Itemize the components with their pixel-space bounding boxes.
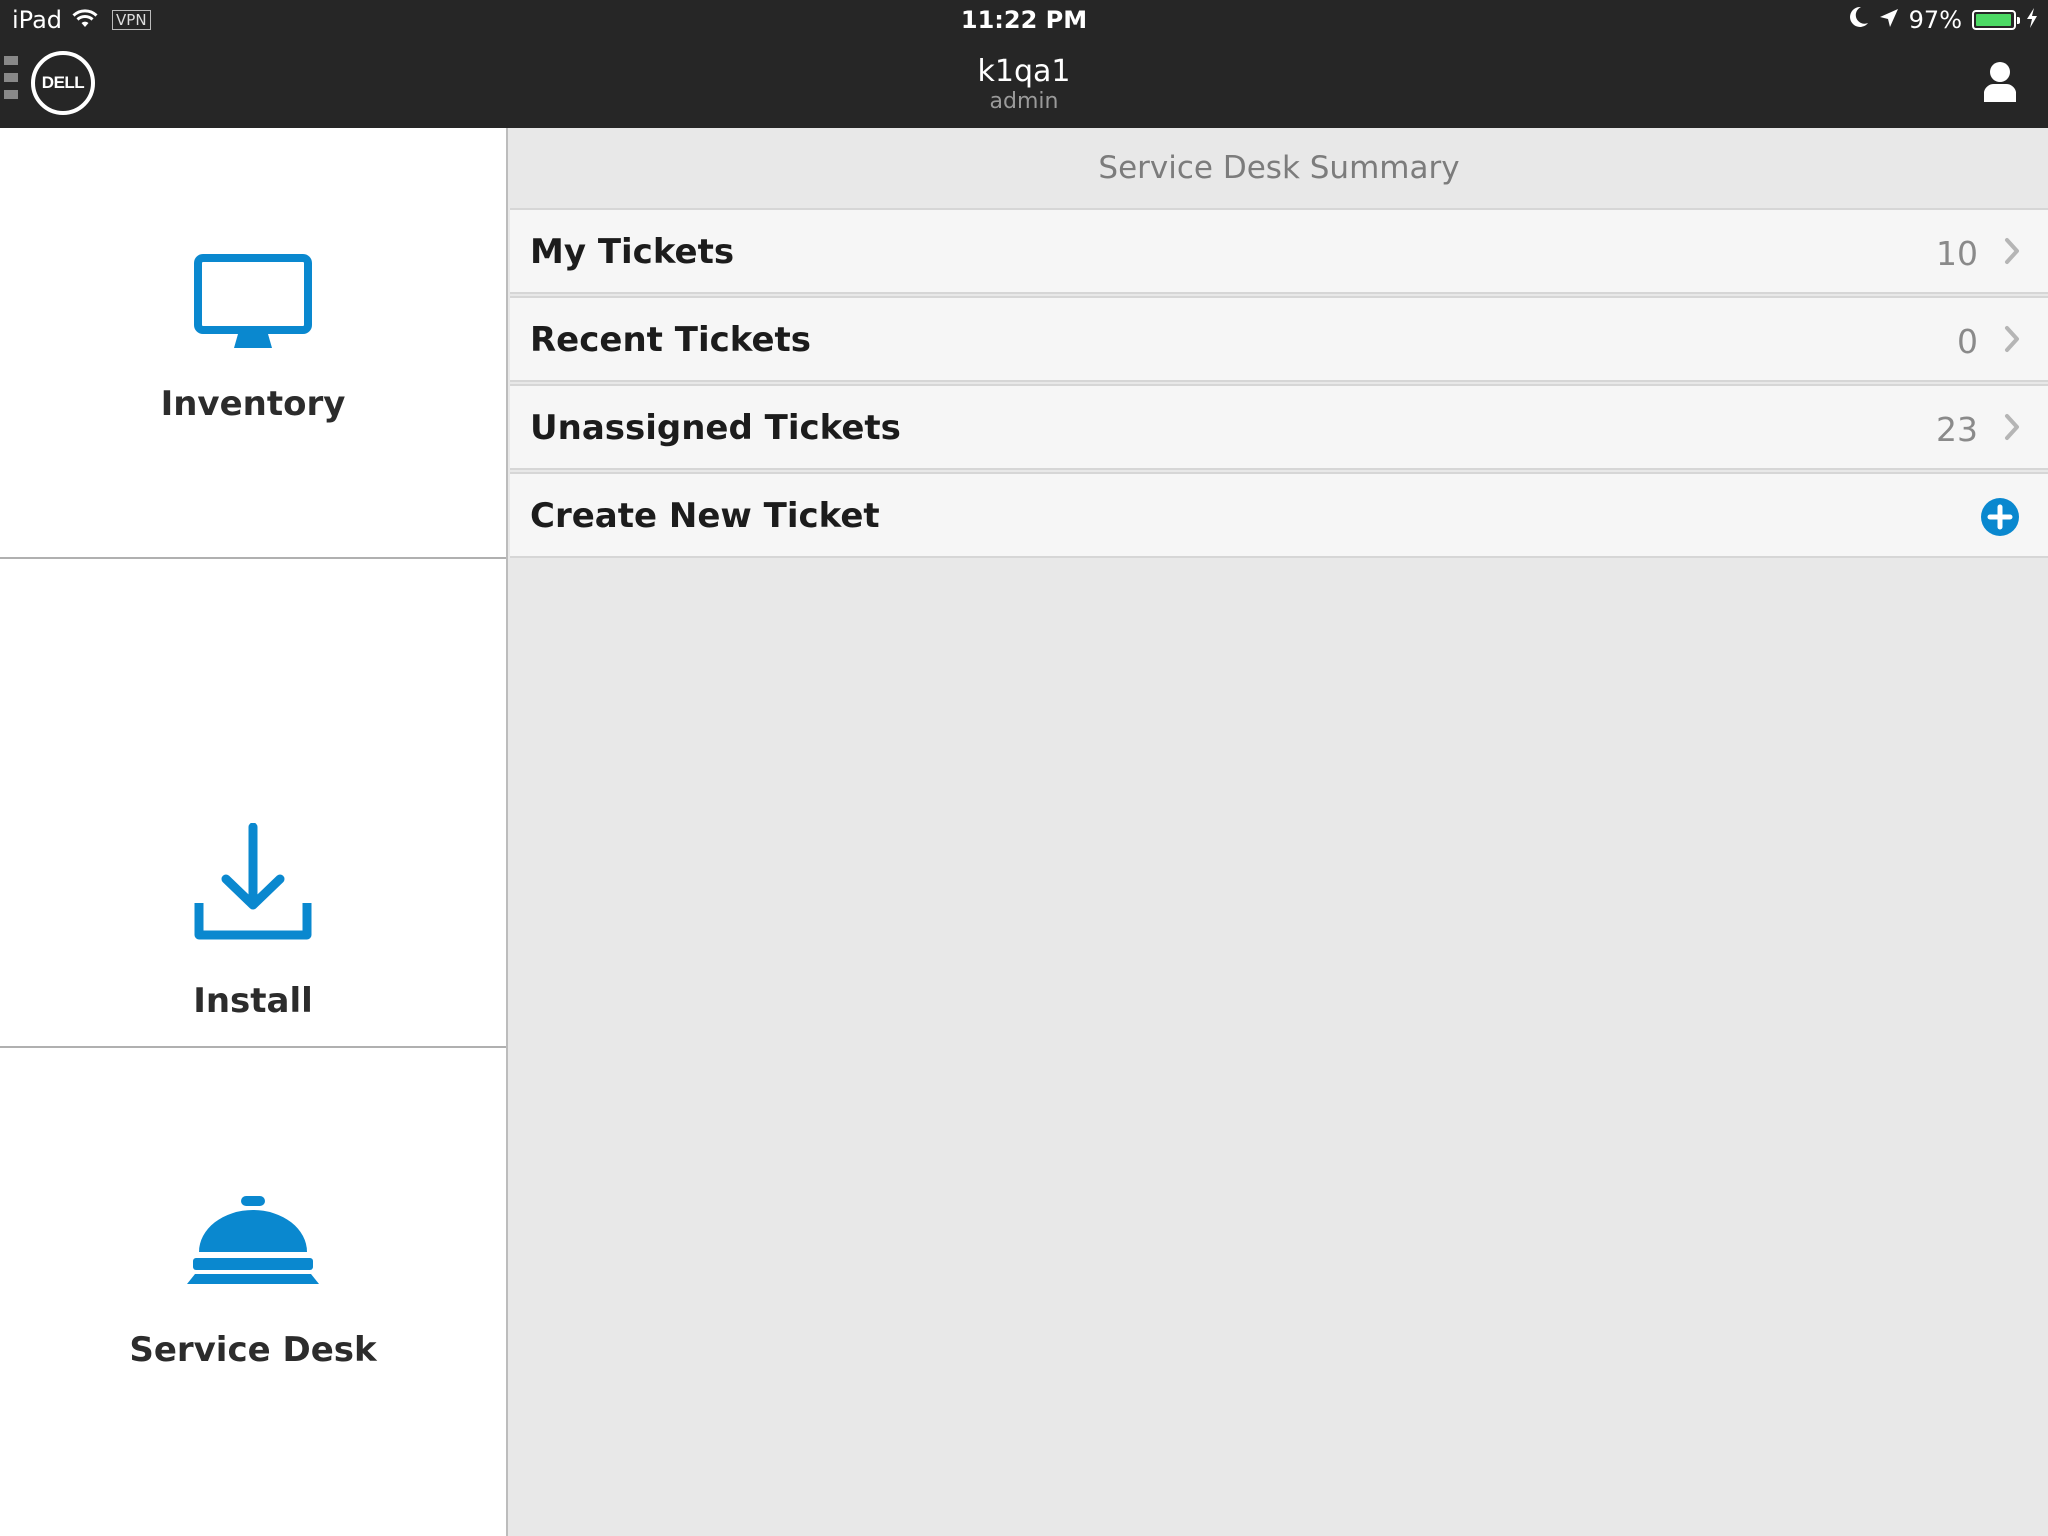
ticket-row-label: Create New Ticket bbox=[530, 496, 880, 536]
ticket-count: 23 bbox=[1936, 410, 1978, 449]
user-profile-button[interactable] bbox=[1980, 60, 2020, 104]
top-bar: iPad VPN 11:22 PM 97% DELL k1qa1 admin bbox=[0, 0, 2048, 128]
ticket-row-my-tickets[interactable]: My Tickets 10 bbox=[510, 208, 2048, 294]
ticket-row-label: Recent Tickets bbox=[530, 320, 811, 360]
module-label-inventory: Inventory bbox=[160, 384, 346, 424]
ticket-count: 0 bbox=[1957, 322, 1978, 361]
service-bell-icon bbox=[0, 1196, 506, 1284]
status-time: 11:22 PM bbox=[960, 6, 1088, 34]
moon-icon bbox=[1849, 6, 1869, 34]
module-service-desk[interactable]: Service Desk bbox=[0, 1048, 506, 1536]
app-root: iPad VPN 11:22 PM 97% DELL k1qa1 admin I… bbox=[0, 0, 2048, 1536]
service-desk-summary-panel: Service Desk Summary My Tickets 10 Recen… bbox=[510, 128, 2048, 1536]
plus-circle-icon[interactable] bbox=[1980, 497, 2020, 537]
chevron-right-icon bbox=[2005, 326, 2019, 352]
module-sidebar: Inventory Install Service Desk bbox=[0, 128, 508, 1536]
status-bar-right: 97% bbox=[1849, 4, 2038, 36]
ticket-row-label: My Tickets bbox=[530, 232, 735, 272]
monitor-icon bbox=[0, 254, 506, 352]
battery-level bbox=[1976, 14, 2011, 26]
user-icon bbox=[1984, 62, 2016, 102]
battery-percent: 97% bbox=[1908, 6, 1962, 34]
nav-subtitle: admin bbox=[989, 89, 1059, 114]
nav-title: k1qa1 bbox=[977, 54, 1071, 89]
module-label-install: Install bbox=[193, 981, 313, 1021]
panel-title: Service Desk Summary bbox=[1098, 150, 1460, 186]
ticket-row-create-new-ticket[interactable]: Create New Ticket bbox=[510, 472, 2048, 558]
chevron-right-icon bbox=[2005, 238, 2019, 264]
ticket-count: 10 bbox=[1936, 234, 1978, 273]
download-icon bbox=[0, 823, 506, 941]
location-arrow-icon bbox=[1879, 6, 1899, 34]
charging-bolt-icon bbox=[2026, 6, 2038, 34]
ticket-row-unassigned-tickets[interactable]: Unassigned Tickets 23 bbox=[510, 384, 2048, 470]
battery-icon bbox=[1972, 10, 2020, 30]
module-label-service-desk: Service Desk bbox=[129, 1330, 377, 1370]
module-inventory[interactable]: Inventory bbox=[0, 128, 506, 557]
ticket-row-label: Unassigned Tickets bbox=[530, 408, 901, 448]
ticket-row-recent-tickets[interactable]: Recent Tickets 0 bbox=[510, 296, 2048, 382]
chevron-right-icon bbox=[2005, 414, 2019, 440]
